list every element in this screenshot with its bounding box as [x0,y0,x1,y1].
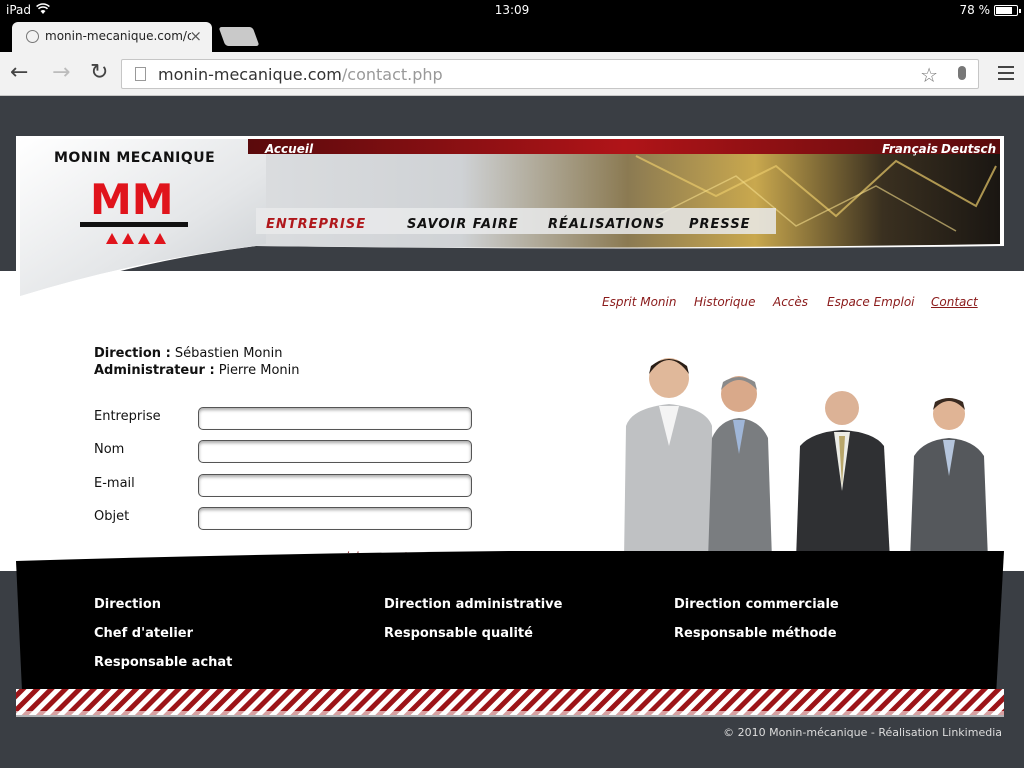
brand-name: MONIN MECANIQUE [54,150,216,166]
footer-direction-commerciale[interactable]: Direction commerciale [674,597,839,612]
objet-field[interactable] [198,507,472,530]
company-logo: MM [80,175,188,244]
contact-name: Sébastien Monin [170,346,283,361]
footer-responsable-achat[interactable]: Responsable achat [94,655,232,670]
footer-chef-atelier[interactable]: Chef d'atelier [94,626,193,641]
address-bar[interactable]: monin-mecanique.com/contact.php ☆ [121,59,979,89]
reload-icon[interactable]: ↻ [90,62,108,84]
objet-label: Objet [94,509,130,524]
browser-toolbar: ← → ↻ monin-mecanique.com/contact.php ☆ [0,52,1024,96]
nom-field[interactable] [198,440,472,463]
close-icon[interactable]: × [189,27,202,45]
entreprise-field[interactable] [198,407,472,430]
language-german[interactable]: Deutsch [941,142,996,156]
contact-name: Pierre Monin [214,363,300,378]
email-label: E-mail [94,476,135,491]
language-french[interactable]: Français [882,142,938,156]
web-page: MONIN MECANIQUE MM Accueil Français Deut… [0,96,1024,768]
mic-icon[interactable] [958,66,966,80]
nav-savoir-faire[interactable]: SAVOIR FAIRE [407,217,519,232]
page-icon [135,67,146,81]
email-field[interactable] [198,474,472,497]
forward-icon[interactable]: → [52,62,70,84]
tab-strip: monin-mecanique.com/co × [0,20,1024,52]
url-host: monin-mecanique.com [158,65,342,84]
star-icon[interactable]: ☆ [920,63,938,87]
nav-realisations[interactable]: RÉALISATIONS [548,217,665,232]
nav-presse[interactable]: PRESSE [689,217,751,232]
back-icon[interactable]: ← [10,62,28,84]
subnav-acces[interactable]: Accès [773,295,808,309]
footer-responsable-methode[interactable]: Responsable méthode [674,626,837,641]
new-tab-button[interactable] [218,27,260,46]
subnav-esprit-monin[interactable]: Esprit Monin [602,295,676,309]
logo-text: MM [90,175,174,224]
site-header: MONIN MECANIQUE MM Accueil Français Deut… [16,136,1004,301]
contact-administrateur: Administrateur : Pierre Monin [94,363,300,378]
url-text: monin-mecanique.com/contact.php [158,65,443,84]
nom-label: Nom [94,442,125,457]
subnav-espace-emploi[interactable]: Espace Emploi [827,295,915,309]
team-photo [624,358,988,560]
subnav-contact[interactable]: Contact [931,295,978,309]
copyright: © 2010 Monin-mécanique - Réalisation Lin… [723,726,1002,739]
contact-role: Administrateur : [94,363,215,378]
contact-role: Direction : [94,346,171,361]
contact-direction: Direction : Sébastien Monin [94,346,282,361]
status-bar: iPad 13:09 78 % [0,0,1024,20]
globe-icon [26,30,39,43]
browser-tab[interactable]: monin-mecanique.com/co × [12,22,212,52]
footer-direction[interactable]: Direction [94,597,161,612]
battery-icon [994,5,1021,16]
menu-icon[interactable] [998,66,1014,80]
footer-direction-administrative[interactable]: Direction administrative [384,597,562,612]
clock: 13:09 [494,3,530,17]
subnav-historique[interactable]: Historique [694,295,756,309]
footer-responsable-qualite[interactable]: Responsable qualité [384,626,533,641]
tab-title: monin-mecanique.com/co [45,29,191,43]
nav-entreprise[interactable]: ENTREPRISE [266,217,366,232]
entreprise-label: Entreprise [94,409,161,424]
url-path: /contact.php [341,65,443,84]
battery-percent: 78 % [959,3,991,17]
home-link[interactable]: Accueil [265,142,313,156]
